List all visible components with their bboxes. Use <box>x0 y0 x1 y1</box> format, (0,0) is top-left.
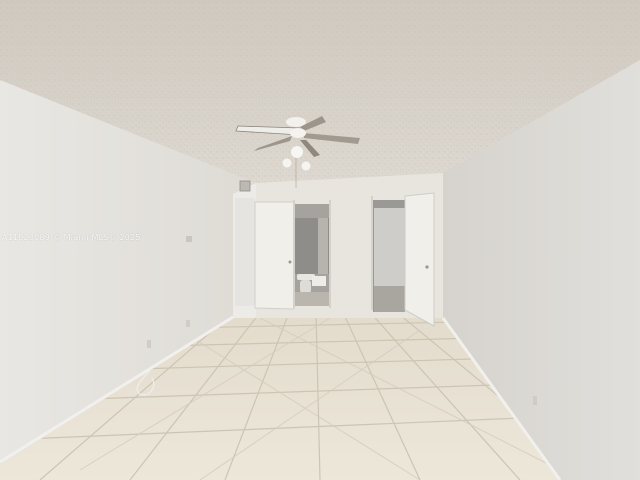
door-handle-icon <box>288 260 292 264</box>
room-photo: A11820089 © Miami MLS® 2025 <box>0 0 640 480</box>
door-handle-icon <box>425 265 429 269</box>
outlet-icon <box>186 320 190 327</box>
wall-switch-icon <box>186 236 192 242</box>
left-door[interactable] <box>254 201 295 310</box>
closet-door[interactable] <box>404 192 435 327</box>
mls-watermark: A11820089 © Miami MLS® 2025 <box>2 233 141 242</box>
left-doorway <box>235 198 255 306</box>
outlet-icon <box>147 340 151 348</box>
air-vent-icon <box>239 180 251 192</box>
outlet-icon <box>533 396 537 405</box>
